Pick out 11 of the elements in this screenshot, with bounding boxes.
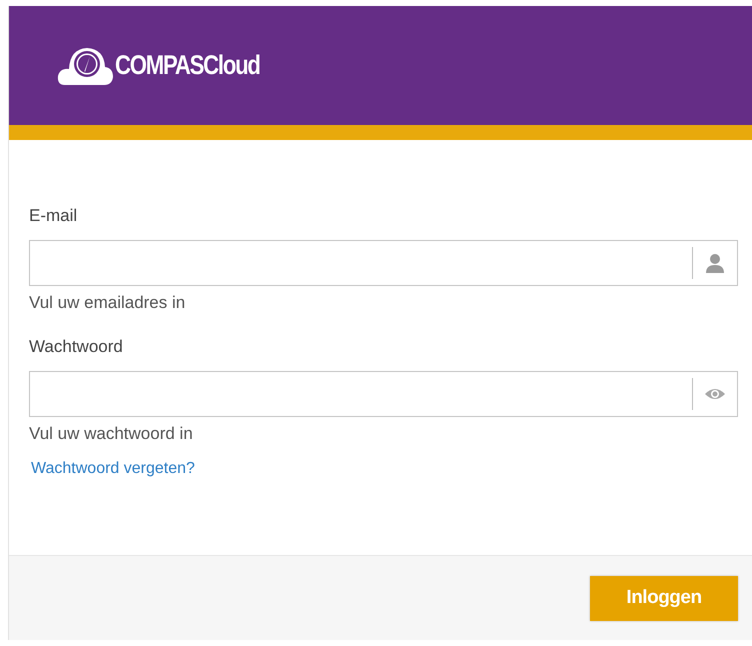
eye-icon[interactable]: [704, 387, 726, 401]
helper-text: Vul uw emailadres in: [29, 293, 186, 313]
login-button[interactable]: Inloggen: [590, 576, 738, 620]
logo-text: COMPASCloud: [115, 50, 260, 81]
user-icon: [706, 253, 724, 273]
helper-text: Vul uw wachtwoord in: [29, 424, 194, 444]
forgot-password-link[interactable]: Wachtwoord vergeten?: [29, 460, 195, 478]
input-field[interactable]: [29, 371, 738, 417]
field-label: Wachtwoord: [29, 337, 124, 357]
input-field[interactable]: [29, 240, 738, 286]
field-label: E-mail: [29, 206, 78, 226]
